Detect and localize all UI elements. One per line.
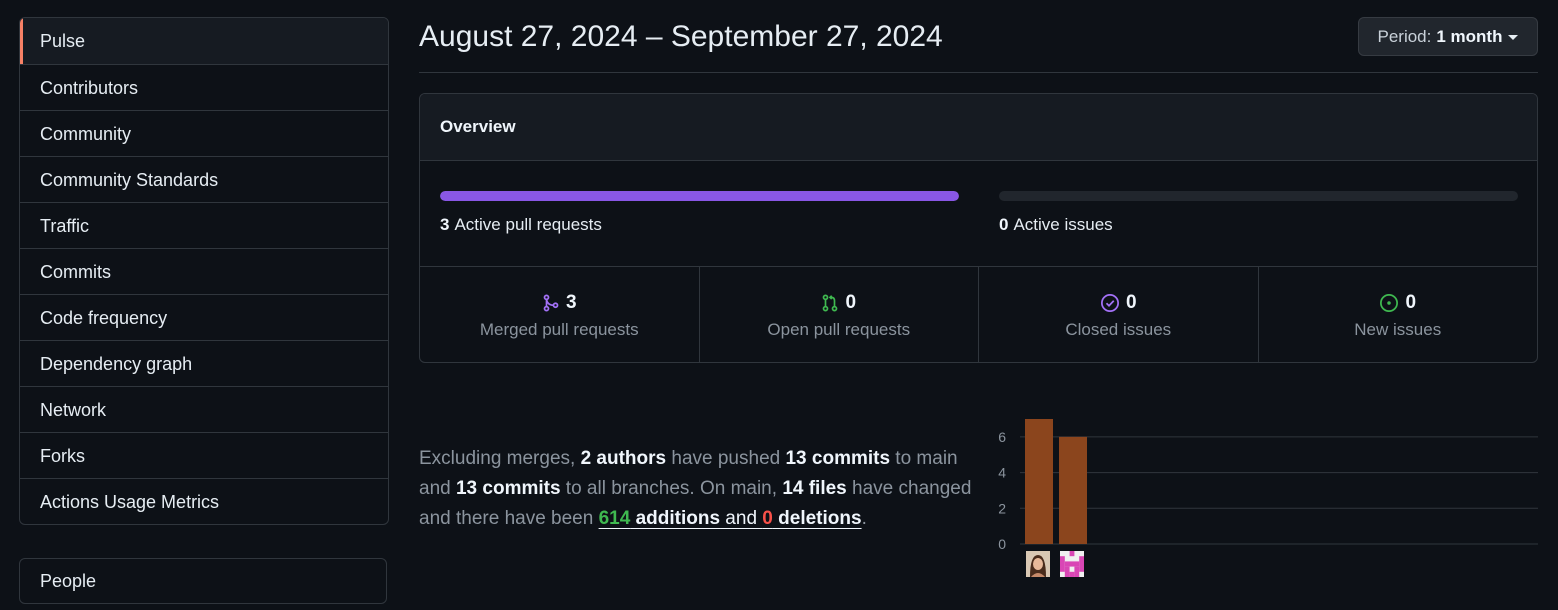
open-pull-requests-count: 0 [845, 292, 857, 313]
overview-title: Overview [420, 94, 1537, 161]
sidebar-item-commits[interactable]: Commits [20, 248, 388, 294]
new-issues-label: New issues [1354, 320, 1442, 339]
summary-text: Excluding merges, [419, 448, 581, 469]
y-tick-label: 2 [998, 500, 1006, 516]
authors-count: 2 authors [580, 448, 667, 469]
overview-box: Overview 3 Active pull requests 0 Active i… [419, 93, 1538, 363]
closed-issues-stat[interactable]: 0 Closed issues [978, 267, 1258, 362]
active-pull-requests-label: Active pull requests [454, 215, 602, 234]
sidebar-item-contributors[interactable]: Contributors [20, 64, 388, 110]
activity-bars: 3 Active pull requests 0 Active issues [420, 161, 1537, 267]
merged-pull-requests-count: 3 [565, 292, 577, 313]
open-pull-requests-label: Open pull requests [767, 320, 911, 339]
sidebar-item-code-frequency[interactable]: Code frequency [20, 294, 388, 340]
summary-text: . [861, 508, 867, 529]
y-tick-label: 6 [998, 429, 1006, 445]
new-issues-count: 0 [1405, 292, 1417, 313]
overview-stats: 3 Merged pull requests 0 Open pull reque… [420, 267, 1537, 362]
files-count: 14 files [782, 478, 847, 499]
author-avatar-1[interactable] [1026, 551, 1050, 577]
active-issues-count: 0 [999, 215, 1009, 234]
active-pull-requests-count: 3 [440, 215, 450, 234]
open-pull-requests-stat[interactable]: 0 Open pull requests [698, 267, 979, 362]
sidebar-item-traffic[interactable]: Traffic [20, 202, 388, 248]
period-dropdown-button[interactable]: Period: 1 month [1358, 17, 1538, 56]
new-issues-stat[interactable]: 0 New issues [1257, 267, 1538, 362]
author-avatar-2[interactable] [1060, 551, 1084, 577]
commit-bar[interactable] [1025, 419, 1053, 544]
changes-link[interactable]: 614 additions and 0 deletions [599, 508, 862, 529]
y-tick-label: 0 [998, 536, 1006, 552]
active-issues-link[interactable]: 0 Active issues [999, 215, 1113, 235]
sidebar-item-community[interactable]: Community [20, 110, 388, 156]
chevron-down-icon [1508, 35, 1519, 40]
additions-label: additions [630, 508, 721, 529]
commits-all-count: 13 commits [455, 478, 561, 499]
merged-pull-requests-label: Merged pull requests [479, 320, 639, 339]
divider [419, 72, 1538, 73]
pull-request-icon [823, 294, 838, 312]
closed-issues-label: Closed issues [1065, 320, 1172, 339]
issues-progress [999, 191, 1518, 201]
period-value: 1 month [1436, 26, 1503, 46]
active-issues-label: Active issues [1013, 215, 1113, 234]
sidebar-item-forks[interactable]: Forks [20, 432, 388, 478]
additions-count: 614 [598, 508, 631, 529]
pull-requests-progress [440, 191, 959, 201]
commit-bar[interactable] [1059, 436, 1087, 544]
issue-opened-icon [1380, 294, 1399, 312]
period-prefix: Period: [1377, 26, 1432, 46]
pull-requests-progress-fill [440, 191, 959, 201]
people-sidebar: People [19, 558, 387, 604]
merge-icon [543, 294, 559, 312]
y-tick-label: 4 [998, 465, 1006, 481]
commits-main-count: 13 commits [785, 448, 891, 469]
merged-pull-requests-stat[interactable]: 3 Merged pull requests [420, 267, 699, 362]
active-pull-requests-link[interactable]: 3 Active pull requests [440, 215, 602, 235]
sidebar-item-dependency-graph[interactable]: Dependency graph [20, 340, 388, 386]
insights-sidebar: Pulse Contributors Community Community S… [19, 17, 389, 525]
sidebar-item-pulse[interactable]: Pulse [20, 18, 388, 64]
summary-text: to all branches. On main, [560, 478, 783, 499]
sidebar-item-actions-usage-metrics[interactable]: Actions Usage Metrics [20, 478, 388, 524]
closed-issues-count: 0 [1125, 292, 1137, 313]
sidebar-item-network[interactable]: Network [20, 386, 388, 432]
summary-text: have pushed [666, 448, 786, 469]
issue-closed-icon [1100, 294, 1119, 312]
sidebar-item-community-standards[interactable]: Community Standards [20, 156, 388, 202]
deletions-count: 0 [762, 508, 773, 529]
page-title: August 27, 2024 – September 27, 2024 [419, 20, 943, 53]
deletions-label: deletions [772, 508, 862, 529]
commit-summary: Excluding merges, 2 authors have pushed … [419, 444, 979, 534]
sidebar-item-people[interactable]: People [20, 559, 386, 603]
summary-text: and [720, 508, 763, 529]
